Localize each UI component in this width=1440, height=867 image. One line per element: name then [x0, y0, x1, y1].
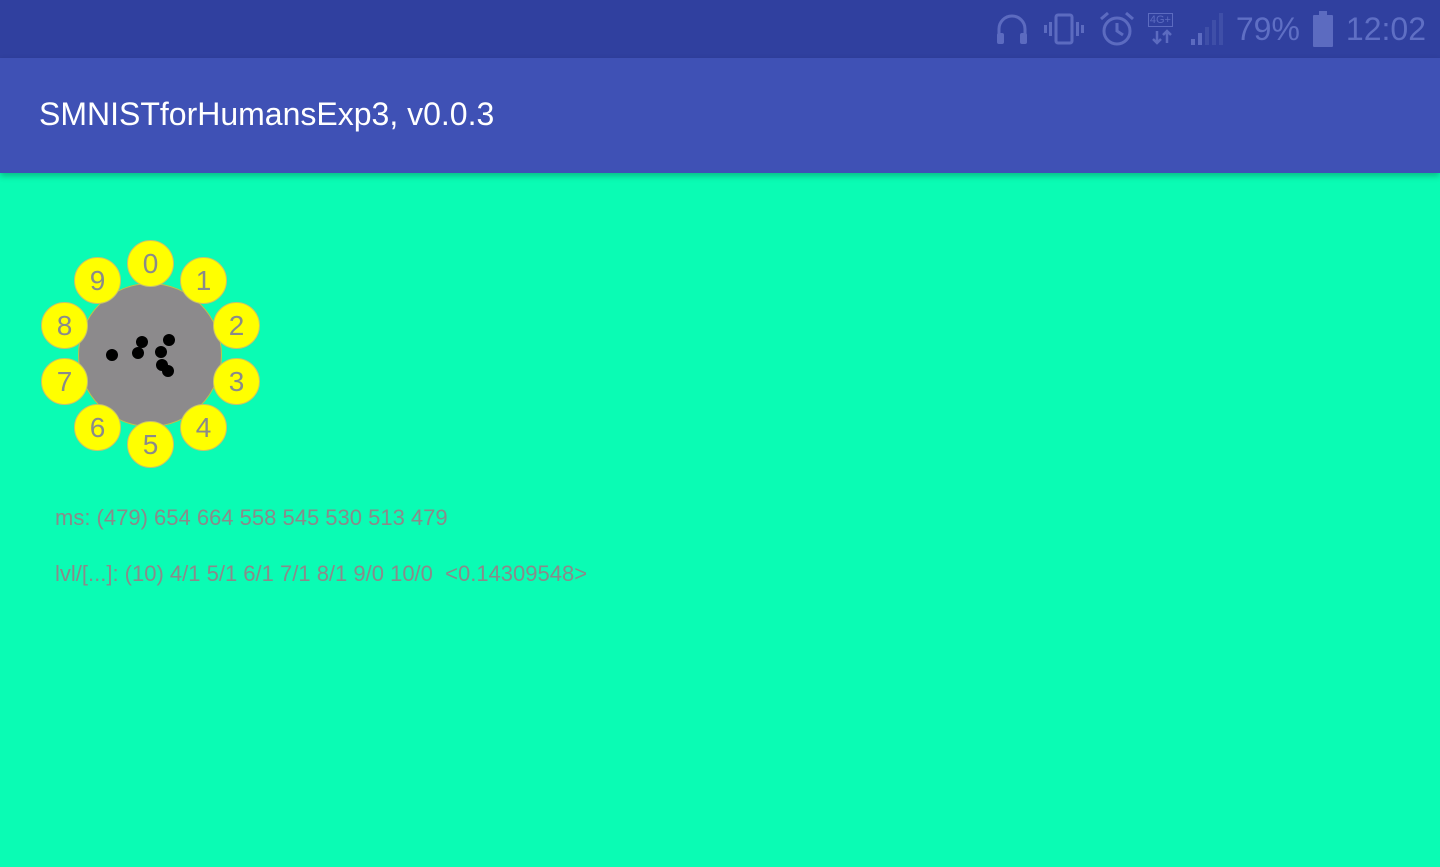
digit-button-8[interactable]: 8 [41, 302, 88, 349]
digit-button-5[interactable]: 5 [127, 421, 174, 468]
screen: 4G+ 79% 12:02 SMNISTforHumansExp3, v0.0.… [0, 0, 1440, 867]
clock: 12:02 [1345, 11, 1426, 47]
signal-icon [1190, 13, 1223, 45]
stroke-dot [155, 346, 167, 358]
ms-readout: ms: (479) 654 664 558 545 530 513 479 [55, 505, 448, 530]
digit-button-0[interactable]: 0 [127, 240, 174, 287]
battery-percent: 79% [1235, 11, 1300, 47]
digit-button-9[interactable]: 9 [74, 257, 121, 304]
stroke-dot [163, 334, 175, 346]
network-badge: 4G+ [1147, 13, 1173, 27]
alarm-icon [1099, 11, 1134, 46]
digit-button-6[interactable]: 6 [74, 404, 121, 451]
mobile-data-icon: 4G+ [1147, 11, 1178, 47]
digit-button-4[interactable]: 4 [180, 404, 227, 451]
level-readout: lvl/[...]: (10) 4/1 5/1 6/1 7/1 8/1 9/0 … [55, 561, 588, 586]
app-title: SMNISTforHumansExp3, v0.0.3 [39, 96, 495, 132]
battery-icon [1312, 11, 1333, 47]
digit-button-3[interactable]: 3 [213, 358, 260, 405]
app-bar: SMNISTforHumansExp3, v0.0.3 [0, 58, 1440, 173]
status-bar: 4G+ 79% 12:02 [0, 0, 1440, 58]
digit-button-7[interactable]: 7 [41, 358, 88, 405]
stroke-dot [162, 365, 174, 377]
stroke-dot [136, 336, 148, 348]
status-icons: 4G+ 79% 12:02 [994, 0, 1426, 58]
stroke-dot [132, 347, 144, 359]
stroke-dot [106, 349, 118, 361]
digit-button-1[interactable]: 1 [180, 257, 227, 304]
digit-dial: 0 1 2 3 4 5 6 7 8 9 [36, 236, 266, 472]
vibrate-icon [1043, 13, 1084, 45]
headphones-icon [996, 14, 1027, 44]
digit-button-2[interactable]: 2 [213, 302, 260, 349]
